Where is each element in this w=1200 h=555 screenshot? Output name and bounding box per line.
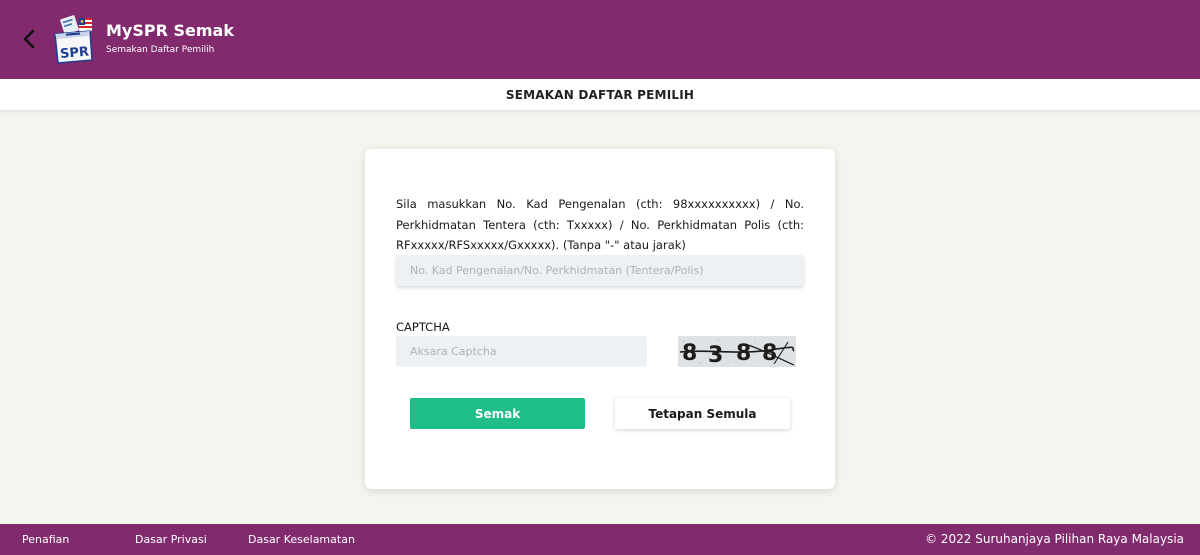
- spr-logo: SPR: [52, 14, 96, 66]
- footer-link-security-policy[interactable]: Dasar Keselamatan: [248, 533, 355, 546]
- app-header: SPR MySPR Semak Semakan Daftar Pemilih: [0, 0, 1200, 79]
- page-title-bar: SEMAKAN DAFTAR PEMILIH: [0, 79, 1200, 110]
- reset-button[interactable]: Tetapan Semula: [615, 398, 790, 429]
- captcha-char-2: 3: [708, 343, 723, 367]
- voter-check-form: Sila masukkan No. Kad Pengenalan (cth: 9…: [365, 149, 835, 489]
- app-title: MySPR Semak: [106, 21, 234, 40]
- captcha-input[interactable]: [396, 336, 647, 367]
- form-instruction: Sila masukkan No. Kad Pengenalan (cth: 9…: [396, 197, 804, 252]
- captcha-label: CAPTCHA: [396, 320, 450, 334]
- captcha-char-1: 8: [682, 341, 697, 366]
- app-subtitle: Semakan Daftar Pemilih: [106, 45, 215, 55]
- ic-number-input[interactable]: [396, 255, 804, 286]
- footer-link-privacy-policy[interactable]: Dasar Privasi: [135, 533, 207, 546]
- captcha-image: 8 3 8 8: [678, 336, 796, 367]
- submit-button[interactable]: Semak: [410, 398, 585, 429]
- copyright-text: © 2022 Suruhanjaya Pilihan Raya Malaysia: [925, 532, 1184, 546]
- back-button[interactable]: [18, 26, 42, 52]
- app-footer: Penafian Dasar Privasi Dasar Keselamatan…: [0, 524, 1200, 555]
- chevron-left-icon: [23, 29, 35, 49]
- page-title: SEMAKAN DAFTAR PEMILIH: [505, 88, 695, 102]
- logo-text: SPR: [60, 45, 90, 62]
- footer-link-disclaimer[interactable]: Penafian: [22, 533, 69, 546]
